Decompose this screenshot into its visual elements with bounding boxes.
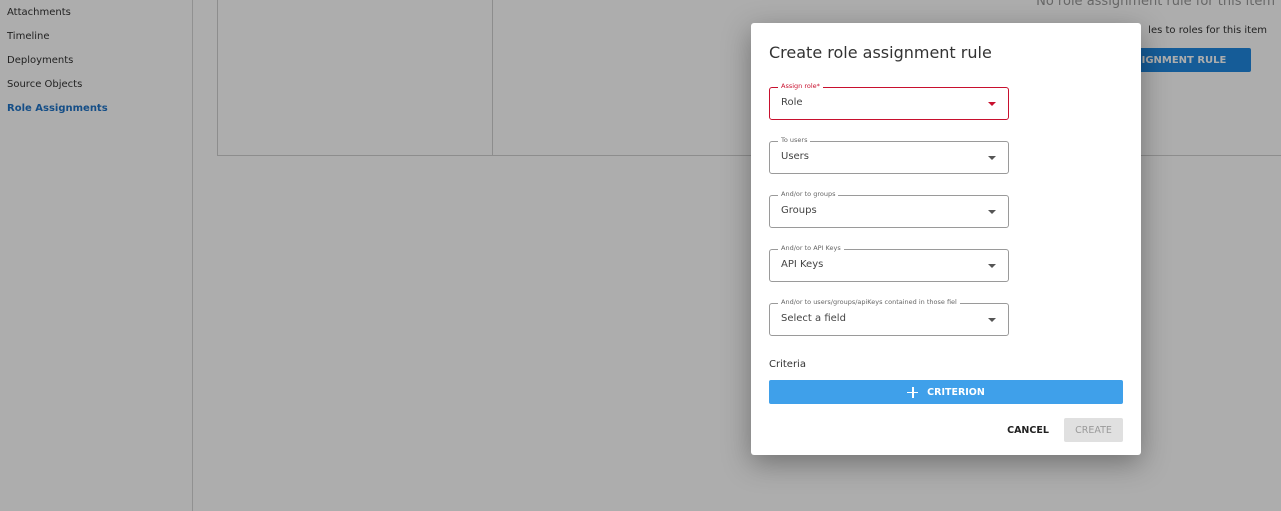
create-role-assignment-dialog: Create role assignment rule Assign role*…: [751, 23, 1141, 455]
assign-role-select[interactable]: Assign role* Role: [769, 82, 1009, 120]
groups-select[interactable]: And/or to groups Groups: [769, 190, 1009, 228]
groups-value: Groups: [781, 205, 817, 216]
add-criterion-label: CRITERION: [927, 386, 985, 398]
groups-label: And/or to groups: [778, 190, 839, 198]
assign-role-value: Role: [781, 97, 803, 108]
field-select-label: And/or to users/groups/apiKeys contained…: [778, 298, 960, 306]
create-button[interactable]: CREATE: [1064, 418, 1123, 442]
field-select[interactable]: And/or to users/groups/apiKeys contained…: [769, 298, 1009, 336]
caret-down-icon: [988, 318, 996, 322]
plus-icon: [907, 386, 919, 398]
caret-down-icon: [988, 156, 996, 160]
api-keys-value: API Keys: [781, 259, 824, 270]
field-select-value: Select a field: [781, 313, 846, 324]
users-label: To users: [778, 136, 811, 144]
assign-role-label: Assign role*: [778, 82, 823, 90]
users-select[interactable]: To users Users: [769, 136, 1009, 174]
add-criterion-button[interactable]: CRITERION: [769, 380, 1123, 404]
api-keys-select[interactable]: And/or to API Keys API Keys: [769, 244, 1009, 282]
caret-down-icon: [988, 210, 996, 214]
criteria-label: Criteria: [769, 359, 806, 370]
api-keys-label: And/or to API Keys: [778, 244, 844, 252]
caret-down-icon: [988, 264, 996, 268]
cancel-button[interactable]: CANCEL: [998, 418, 1058, 442]
users-value: Users: [781, 151, 810, 162]
caret-down-icon: [988, 102, 996, 106]
dialog-title: Create role assignment rule: [769, 43, 992, 62]
